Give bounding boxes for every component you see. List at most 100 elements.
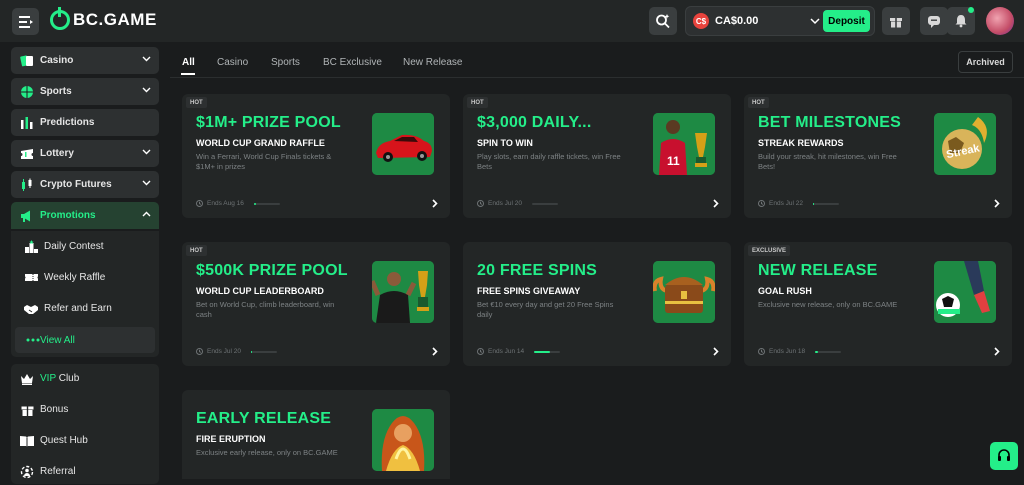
- chevron-down-icon[interactable]: [142, 56, 151, 62]
- card-footer: Ends Jul 22: [758, 200, 839, 207]
- sidebar-item-quest-hub[interactable]: Quest Hub: [11, 427, 159, 454]
- card-title: EARLY RELEASE: [196, 410, 332, 427]
- goal-rush-image: [934, 261, 996, 323]
- card-title: NEW RELEASE: [758, 262, 878, 279]
- archived-button[interactable]: Archived: [958, 51, 1013, 73]
- sidebar-item-crypto-futures[interactable]: Crypto Futures: [11, 171, 159, 198]
- sidebar-item-view-all[interactable]: View All: [15, 327, 155, 353]
- avatar[interactable]: [986, 7, 1014, 35]
- soccer-player-trophy-image: 11: [653, 113, 715, 175]
- chevron-right-icon[interactable]: [432, 347, 438, 356]
- chevron-down-icon[interactable]: [142, 149, 151, 155]
- chevron-down-icon[interactable]: [142, 87, 151, 93]
- tab-casino[interactable]: Casino: [217, 57, 248, 68]
- sidebar-item-label: Crypto Futures: [40, 179, 112, 190]
- promotions-submenu: Daily Contest Weekly Raffle Refer and Ea…: [11, 231, 159, 357]
- fire-eruption-image: [372, 409, 434, 471]
- card-end-date: Ends Jul 22: [769, 200, 803, 207]
- card-badge: HOT: [186, 245, 207, 256]
- card-end-date: Ends Jun 18: [769, 348, 806, 355]
- chat-icon: [928, 16, 940, 28]
- chat-button[interactable]: [920, 7, 948, 35]
- gift-icon: [19, 402, 35, 418]
- chevron-right-icon[interactable]: [994, 347, 1000, 356]
- sidebar-item-label: Referral: [40, 466, 76, 477]
- sidebar-item-daily-contest[interactable]: Daily Contest: [11, 233, 159, 260]
- support-button[interactable]: [990, 442, 1018, 470]
- sidebar-item-promotions[interactable]: Promotions: [11, 202, 159, 229]
- chevron-right-icon[interactable]: [713, 347, 719, 356]
- podium-icon: [23, 239, 39, 255]
- gift-icon: [890, 18, 902, 28]
- card-subtitle: STREAK REWARDS: [758, 138, 844, 148]
- top-header: BC.GAME C$ CA$0.00 Deposit: [0, 0, 1024, 42]
- tab-new-release[interactable]: New Release: [403, 57, 462, 68]
- active-tab-indicator: [181, 73, 195, 75]
- sidebar-item-label: Weekly Raffle: [44, 272, 106, 283]
- sidebar-item-predictions[interactable]: Predictions: [11, 109, 159, 136]
- tab-sports[interactable]: Sports: [271, 57, 300, 68]
- card-progress-fill: [534, 350, 550, 353]
- clock-icon: [196, 200, 203, 207]
- card-description: Bet €10 every day and get 20 Free Spins …: [477, 300, 614, 319]
- card-badge: HOT: [467, 97, 488, 108]
- sidebar-toggle-button[interactable]: [12, 8, 39, 35]
- card-title: $1M+ PRIZE POOL: [196, 114, 341, 131]
- sidebar-item-lottery[interactable]: Lottery: [11, 140, 159, 167]
- logo[interactable]: BC.GAME: [50, 7, 157, 30]
- wallet-selector[interactable]: C$ CA$0.00 Deposit: [685, 6, 875, 36]
- chevron-right-icon[interactable]: [713, 199, 719, 208]
- referral-icon: [19, 464, 35, 480]
- currency-icon: C$: [693, 13, 709, 29]
- sidebar-item-label: Refer and Earn: [44, 303, 112, 314]
- promo-card[interactable]: EXCLUSIVE NEW RELEASE GOAL RUSH Exclusiv…: [744, 242, 1012, 366]
- sidebar-item-weekly-raffle[interactable]: Weekly Raffle: [11, 264, 159, 291]
- logo-mark-icon: [50, 7, 70, 30]
- promo-card[interactable]: HOT BET MILESTONES STREAK REWARDS Build …: [744, 94, 1012, 218]
- svg-text:11: 11: [667, 154, 680, 168]
- ticket-icon: [23, 270, 39, 286]
- basketball-icon: [19, 84, 35, 100]
- sidebar-item-refer-and-earn[interactable]: Refer and Earn: [11, 295, 159, 322]
- card-end-date: Ends Aug 16: [207, 200, 244, 207]
- headset-icon: [998, 449, 1010, 461]
- search-button[interactable]: [649, 7, 677, 35]
- card-badge: EXCLUSIVE: [748, 245, 791, 256]
- sidebar-item-sports[interactable]: Sports: [11, 78, 159, 105]
- tab-bc-exclusive[interactable]: BC Exclusive: [323, 57, 382, 68]
- chevron-down-icon[interactable]: [142, 180, 151, 186]
- gift-button[interactable]: [882, 7, 910, 35]
- card-description: Win a Ferrari, World Cup Finals tickets …: [196, 152, 332, 171]
- promo-card[interactable]: HOT $1M+ PRIZE POOL WORLD CUP GRAND RAFF…: [182, 94, 450, 218]
- promo-card[interactable]: HOT $3,000 DAILY... SPIN TO WIN Play slo…: [463, 94, 731, 218]
- chevron-right-icon[interactable]: [432, 199, 438, 208]
- promo-card[interactable]: 20 FREE SPINS FREE SPINS GIVEAWAY Bet €1…: [463, 242, 731, 366]
- chevron-down-icon: [810, 18, 820, 25]
- chevron-up-icon[interactable]: [142, 211, 151, 217]
- card-footer: Ends Jun 18: [758, 348, 842, 355]
- clock-icon: [758, 348, 765, 355]
- sidebar-item-label: VIP Club: [40, 373, 80, 384]
- sidebar-item-bonus[interactable]: Bonus: [11, 396, 159, 423]
- notifications-button[interactable]: [947, 7, 975, 35]
- tab-all[interactable]: All: [182, 57, 195, 68]
- card-progress-fill: [253, 202, 257, 205]
- sidebar-item-label: Daily Contest: [44, 241, 104, 252]
- sidebar-item-casino[interactable]: Casino: [11, 47, 159, 74]
- sidebar-item-vip-club[interactable]: VIP Club: [11, 365, 159, 392]
- promo-card[interactable]: HOT $500K PRIZE POOL WORLD CUP LEADERBOA…: [182, 242, 450, 366]
- deposit-button[interactable]: Deposit: [823, 10, 870, 32]
- promo-card[interactable]: EARLY RELEASE FIRE ERUPTION Exclusive ea…: [182, 390, 450, 479]
- sidebar-item-referral[interactable]: Referral: [11, 458, 159, 485]
- chevron-right-icon[interactable]: [994, 199, 1000, 208]
- casino-cards-icon: [19, 53, 35, 69]
- card-progress-fill: [812, 202, 815, 205]
- card-progress: [531, 202, 558, 205]
- card-progress: [253, 202, 280, 205]
- sidebar-item-label: View All: [40, 335, 75, 346]
- card-end-date: Ends Jul 20: [488, 200, 522, 207]
- card-footer: Ends Jul 20: [196, 348, 277, 355]
- clock-icon: [196, 348, 203, 355]
- clock-icon: [477, 200, 484, 207]
- card-description: Play slots, earn daily raffle tickets, w…: [477, 152, 621, 171]
